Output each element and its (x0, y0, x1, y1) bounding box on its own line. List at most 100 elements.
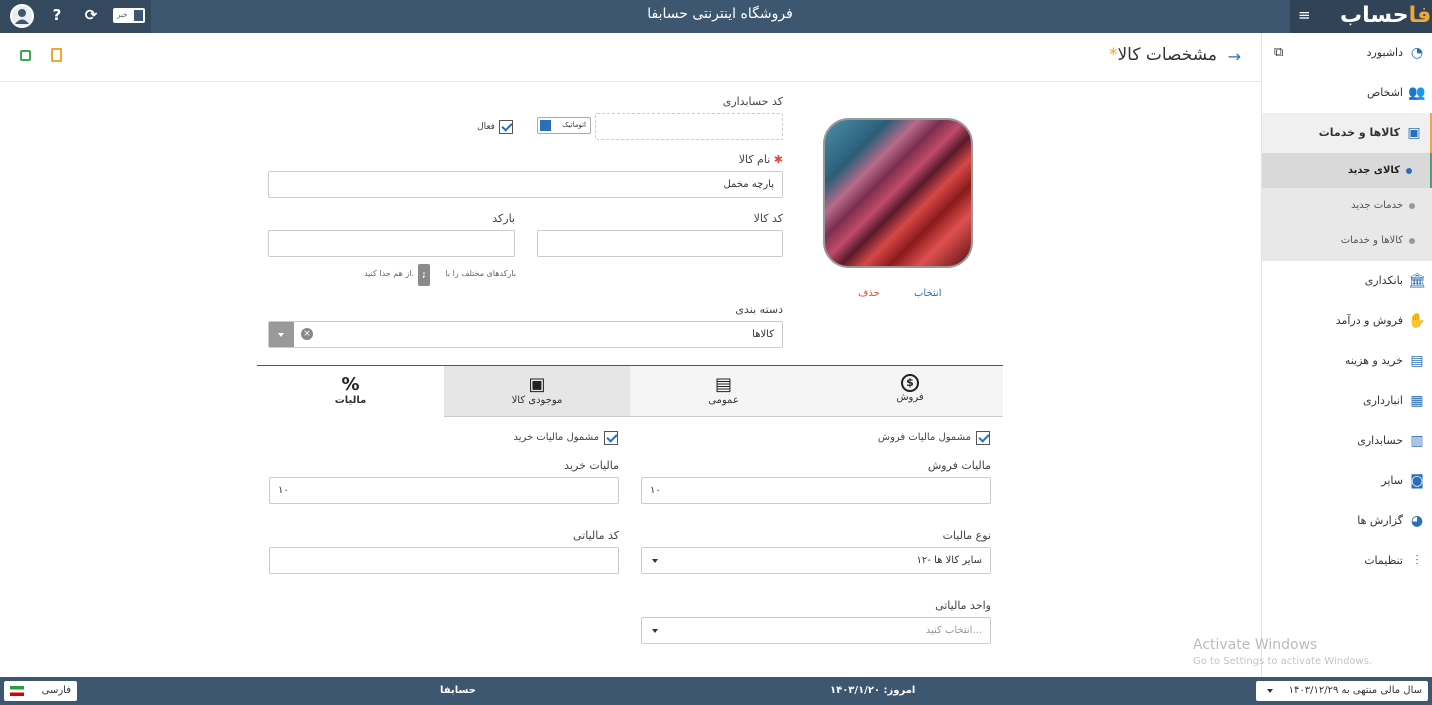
news-button[interactable]: خبر (113, 8, 145, 23)
activate-windows-title: Activate Windows (1193, 637, 1318, 653)
tax-type-select[interactable]: ۱۲- سایر کالا ها (641, 547, 991, 574)
accounting-code-input[interactable] (595, 113, 783, 140)
people-icon: 👥 (1408, 85, 1426, 101)
tax-unit-select[interactable]: انتخاب کنید... (641, 617, 991, 644)
sidebar-item-sales[interactable]: ✋ فروش و درآمد (1262, 301, 1432, 341)
sidebar-item-label: سایر (1381, 474, 1403, 487)
inventory-icon: ▣ (528, 374, 546, 395)
sidebar-item-products[interactable]: ▣ کالاها و خدمات (1262, 113, 1432, 153)
today-date: امروز: ۱۴۰۳/۱/۲۰ (830, 685, 916, 696)
bullet-icon (1409, 238, 1415, 244)
save-icon[interactable] (20, 50, 31, 61)
sales-tax-input[interactable]: ۱۰ (641, 477, 991, 504)
tab-tax-label: مالیات (334, 395, 367, 406)
chevron-down-icon (652, 559, 658, 563)
sidebar-subitem-new-product[interactable]: کالای جدید (1262, 153, 1432, 188)
auto-toggle[interactable]: اتوماتیک (537, 117, 591, 134)
sidebar-item-label: داشبورد (1366, 46, 1403, 59)
category-select[interactable]: کالاها (268, 321, 783, 348)
image-delete-link[interactable]: حذف (858, 288, 880, 299)
tab-inventory-label: موجودی کالا (511, 395, 563, 406)
app-title: فروشگاه اینترنتی حسابفا (647, 6, 793, 22)
bullet-icon (1409, 203, 1415, 209)
sidebar-item-inventory[interactable]: ▦ انبارداری (1262, 381, 1432, 421)
sidebar-subitem-label: خدمات جدید (1351, 200, 1403, 211)
pie-chart-icon: ◕ (1410, 513, 1424, 529)
tab-general[interactable]: ▤ عمومی (630, 366, 817, 416)
clear-icon[interactable]: × (301, 328, 313, 340)
barcode-label: بارکد (492, 212, 515, 225)
activate-windows-subtitle: Go to Settings to activate Windows. (1193, 656, 1373, 667)
product-code-label: کد کالا (753, 212, 783, 225)
box-icon: ▣ (1407, 125, 1421, 141)
chevron-down-icon (652, 629, 658, 633)
product-name-label: نام کالا ✱ (600, 153, 783, 166)
page-title: *مشخصات کالا (1103, 45, 1217, 65)
back-arrow-icon[interactable]: → (1228, 47, 1241, 66)
sidebar: ⧉ ◔ داشبورد 👥 اشخاص ▣ کالاها و خدمات کالای … (1261, 33, 1432, 677)
sidebar-item-label: خرید و هزینه (1344, 354, 1403, 367)
toggle-knob (540, 120, 551, 131)
tax-unit-placeholder: انتخاب کنید... (925, 625, 982, 636)
news-label: خبر (117, 11, 128, 19)
tab-sales[interactable]: $ فروش (817, 366, 1003, 416)
sidebar-item-label: بانکداری (1364, 274, 1403, 287)
message-icon: ▤ (714, 374, 732, 395)
new-document-icon[interactable] (51, 48, 62, 62)
sidebar-item-settings[interactable]: ⫶ تنظیمات (1262, 541, 1432, 581)
purchase-tax-input[interactable]: ۱۰ (269, 477, 619, 504)
logo[interactable]: فاحساب (1340, 3, 1431, 28)
hand-coin-icon: ✋ (1408, 313, 1426, 329)
tab-inventory[interactable]: ▣ موجودی کالا (444, 366, 630, 416)
wallet-icon: ▤ (1410, 353, 1424, 369)
active-checkbox[interactable] (499, 120, 513, 134)
sidebar-item-label: کالاها و خدمات (1318, 126, 1400, 139)
sidebar-item-dashboard[interactable]: ◔ داشبورد (1262, 33, 1432, 73)
sales-tax-check-label: مشمول مالیات فروش (877, 432, 971, 443)
refresh-icon[interactable]: ⟳ (81, 6, 101, 24)
product-image[interactable] (823, 118, 973, 268)
sidebar-item-purchases[interactable]: ▤ خرید و هزینه (1262, 341, 1432, 381)
sidebar-subitem-new-service[interactable]: خدمات جدید (1262, 188, 1432, 223)
sidebar-item-accounting[interactable]: ▥ حسابداری (1262, 421, 1432, 461)
accounting-code-label: کد حسابداری (722, 95, 783, 108)
news-icon (134, 10, 143, 21)
bank-icon: 🏛 (1408, 273, 1426, 289)
product-name-input[interactable]: پارچه مخمل (268, 171, 783, 198)
logo-text: حساب (1340, 3, 1409, 28)
sidebar-item-other[interactable]: ◙ سایر (1262, 461, 1432, 501)
product-code-input[interactable] (537, 230, 783, 257)
barcode-input[interactable] (268, 230, 515, 257)
category-value: کالاها (752, 329, 774, 340)
sidebar-item-banking[interactable]: 🏛 بانکداری (1262, 261, 1432, 301)
purchase-tax-checkbox[interactable] (604, 431, 618, 445)
page-title-text: مشخصات کالا (1117, 45, 1217, 65)
warehouse-icon: ▦ (1410, 393, 1424, 409)
tab-tax[interactable]: % مالیات (257, 366, 444, 417)
barcode-hint: بارکدهای مختلف را با ; از هم جدا کنید. (356, 263, 516, 287)
sidebar-subitem-products-list[interactable]: کالاها و خدمات (1262, 223, 1432, 261)
sidebar-item-reports[interactable]: ◕ گزارش ها (1262, 501, 1432, 541)
iran-flag-icon (10, 686, 24, 696)
sales-tax-checkbox[interactable] (976, 431, 990, 445)
sidebar-item-label: فروش و درآمد (1335, 314, 1403, 327)
tax-code-input[interactable] (269, 547, 619, 574)
fiscal-year-select[interactable]: سال مالی منتهی به ۱۴۰۳/۱۲/۲۹ (1256, 681, 1428, 701)
help-icon[interactable]: ? (47, 6, 67, 24)
sidebar-item-label: حسابداری (1357, 434, 1403, 447)
sidebar-item-label: گزارش ها (1357, 514, 1403, 527)
tab-general-label: عمومی (708, 395, 739, 406)
page-header: *مشخصات کالا → (0, 33, 1261, 82)
language-label: فارسی (41, 685, 71, 696)
required-star: ✱ (773, 153, 783, 166)
percent-icon: % (341, 374, 360, 395)
image-select-link[interactable]: انتخاب (914, 288, 942, 299)
menu-toggle-icon[interactable]: ≡ (1298, 6, 1311, 24)
category-dropdown-button[interactable] (269, 322, 294, 347)
user-avatar[interactable] (10, 4, 34, 28)
sidebar-item-persons[interactable]: 👥 اشخاص (1262, 73, 1432, 113)
sales-tax-label: مالیات فروش (927, 459, 991, 472)
barcode-hint-pre: بارکدهای مختلف را با (445, 269, 516, 278)
sidebar-item-label: انبارداری (1363, 394, 1403, 407)
footer: فارسی حسابفا امروز: ۱۴۰۳/۱/۲۰ سال مالی م… (0, 677, 1432, 705)
